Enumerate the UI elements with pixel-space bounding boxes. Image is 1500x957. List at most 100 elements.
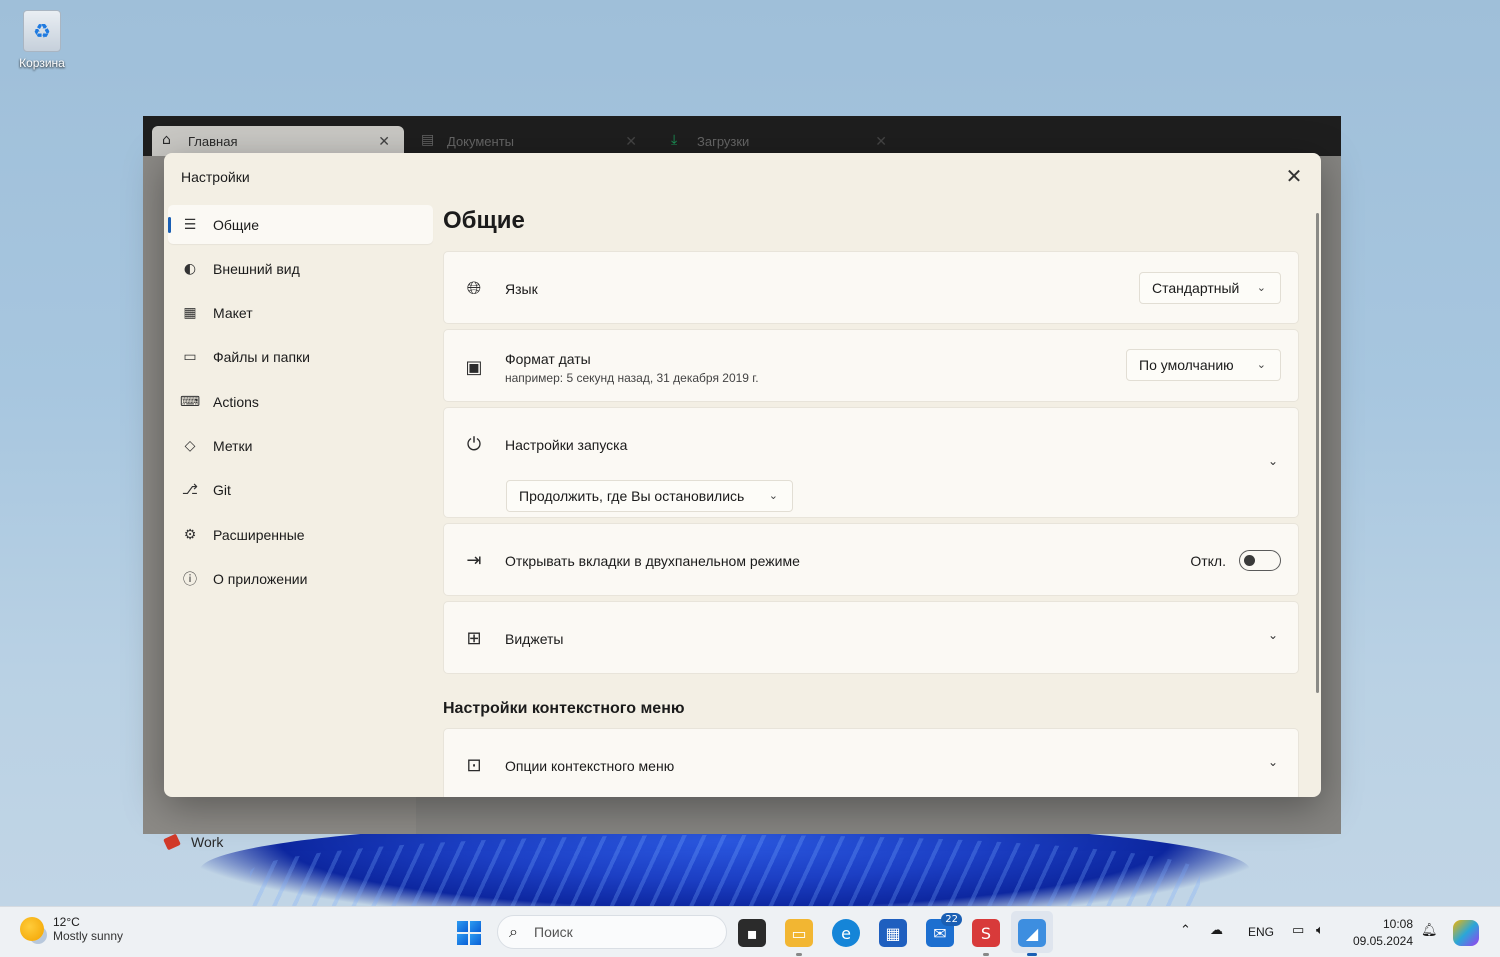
- git-icon: ⎇: [181, 482, 199, 499]
- taskbar-search[interactable]: ⌕ Поиск: [497, 915, 727, 949]
- date-format-value: По умолчанию: [1139, 357, 1234, 373]
- settings-nav: ☰ Общие ◐ Внешний вид ▦ Макет ▭ Файлы и …: [168, 205, 433, 604]
- nav-item-general[interactable]: ☰ Общие: [168, 205, 433, 244]
- recycle-bin-label: Корзина: [19, 56, 65, 70]
- dual-pane-toggle[interactable]: [1239, 550, 1281, 571]
- nav-item-about[interactable]: ⓘ О приложении: [168, 559, 433, 598]
- nav-item-label: Внешний вид: [213, 260, 300, 277]
- setting-date-format: ▣ Формат даты например: 5 секунд назад, …: [443, 329, 1299, 402]
- startup-dropdown[interactable]: Продолжить, где Вы остановились ⌄: [506, 480, 793, 512]
- tab-downloads-label: Загрузки: [697, 134, 750, 149]
- wallpaper-bloom-petals: [250, 835, 1200, 910]
- palette-icon: ◐: [183, 260, 197, 277]
- folder-icon: ▭: [183, 349, 197, 366]
- power-icon: ⏻: [466, 433, 482, 455]
- chevron-down-icon[interactable]: ⌄: [1268, 755, 1278, 769]
- dual-pane-state: Откл.: [1190, 553, 1226, 569]
- nav-item-advanced[interactable]: ⚙ Расширенные: [168, 515, 433, 554]
- nav-item-files-folders[interactable]: ▭ Файлы и папки: [168, 338, 433, 377]
- setting-context-options[interactable]: ⊡ Опции контекстного меню ⌄: [443, 728, 1299, 797]
- copilot-icon[interactable]: [1453, 920, 1479, 946]
- download-icon: ⤓: [671, 132, 678, 148]
- nav-item-label: Расширенные: [213, 526, 305, 543]
- mail-icon[interactable]: ✉ 22: [926, 913, 962, 947]
- clock-time: 10:08: [1382, 917, 1413, 931]
- nav-item-actions[interactable]: ⌨ Actions: [168, 382, 433, 421]
- recycle-bin-icon: [23, 10, 61, 52]
- context-menu-icon: ⊡: [466, 754, 482, 776]
- sidebar-tag-work[interactable]: Work: [165, 834, 223, 850]
- files-app-icon[interactable]: ◢: [1018, 919, 1046, 947]
- close-icon[interactable]: ✕: [1281, 165, 1307, 189]
- sun-icon: [20, 917, 44, 941]
- setting-widgets[interactable]: ⊞ Виджеты ⌄: [443, 601, 1299, 674]
- tab-home-label: Главная: [188, 134, 238, 149]
- startup-value: Продолжить, где Вы остановились: [519, 488, 745, 504]
- cloud-icon[interactable]: ☁: [1210, 923, 1223, 938]
- setting-dual-pane: ⇥ Открывать вкладки в двухпанельном режи…: [443, 523, 1299, 596]
- grid-icon: ▦: [183, 305, 197, 322]
- tag-icon: ◇: [184, 437, 196, 454]
- dual-pane-icon: ⇥: [466, 549, 482, 571]
- chevron-down-icon[interactable]: ⌄: [1268, 628, 1278, 642]
- tab-documents-label: Документы: [447, 134, 515, 149]
- chevron-down-icon[interactable]: ⌄: [1268, 454, 1278, 468]
- nav-item-label: Файлы и папки: [213, 349, 310, 366]
- nav-item-git[interactable]: ⎇ Git: [168, 471, 433, 510]
- chevron-down-icon: ⌄: [1256, 281, 1266, 294]
- nav-item-label: Git: [213, 482, 231, 499]
- app-titlebar: ⌂ Главная ✕ ▤ Документы ✕ ⤓ Загрузки ✕: [143, 116, 1341, 156]
- network-icon[interactable]: ▭: [1292, 923, 1304, 938]
- info-icon: ⓘ: [183, 571, 197, 588]
- settings-content: Общие 🌐︎ Язык Стандартный ⌄ ▣ Формат дат…: [443, 205, 1299, 797]
- close-tab-icon[interactable]: ✕: [625, 133, 637, 150]
- language-label: Язык: [505, 281, 538, 297]
- language-icon: 🌐︎: [466, 277, 482, 299]
- setting-startup[interactable]: ⏻ Настройки запуска ⌄ Продолжить, где Вы…: [443, 407, 1299, 518]
- tab-home[interactable]: ⌂ Главная ✕: [152, 126, 404, 156]
- close-tab-icon[interactable]: ✕: [875, 133, 887, 150]
- running-indicator: [983, 953, 989, 956]
- edge-browser-icon[interactable]: e: [832, 919, 860, 947]
- chevron-down-icon: ⌄: [1256, 358, 1266, 371]
- weather-widget[interactable]: 12°C Mostly sunny: [20, 915, 123, 943]
- snip-app-icon[interactable]: S: [972, 919, 1000, 947]
- gears-icon: ⚙: [183, 526, 197, 543]
- language-value: Стандартный: [1152, 280, 1240, 296]
- widgets-icon: ⊞: [466, 627, 482, 649]
- windows-start-icon[interactable]: [457, 921, 481, 945]
- page-title: Общие: [443, 207, 525, 234]
- home-icon: ⌂: [162, 132, 171, 148]
- nav-item-layout[interactable]: ▦ Макет: [168, 294, 433, 333]
- tab-documents[interactable]: ▤ Документы ✕: [411, 126, 651, 156]
- system-clock[interactable]: 10:08 09.05.2024: [1353, 916, 1413, 950]
- setting-language: 🌐︎ Язык Стандартный ⌄: [443, 251, 1299, 324]
- input-language[interactable]: ENG: [1248, 925, 1274, 939]
- context-options-label: Опции контекстного меню: [505, 758, 675, 774]
- nav-item-label: Макет: [213, 305, 253, 322]
- mail-badge: 22: [941, 913, 962, 926]
- calendar-clock-icon: ▣: [465, 356, 483, 378]
- widgets-label: Виджеты: [505, 631, 564, 647]
- nav-item-appearance[interactable]: ◐ Внешний вид: [168, 249, 433, 288]
- content-scrollbar[interactable]: [1316, 213, 1319, 693]
- keyboard-icon: ⌨: [179, 393, 201, 410]
- active-indicator: [1027, 953, 1037, 956]
- nav-item-tags[interactable]: ◇ Метки: [168, 426, 433, 465]
- volume-icon[interactable]: 🔈︎: [1316, 923, 1324, 938]
- notification-bell-icon[interactable]: 🔔︎: [1421, 923, 1438, 938]
- running-indicator: [796, 953, 802, 956]
- document-icon: ▤: [421, 132, 435, 148]
- search-placeholder: Поиск: [534, 924, 573, 940]
- close-tab-icon[interactable]: ✕: [378, 133, 390, 150]
- language-dropdown[interactable]: Стандартный ⌄: [1139, 272, 1281, 304]
- file-explorer-icon[interactable]: ▭: [785, 919, 813, 947]
- tab-downloads[interactable]: ⤓ Загрузки ✕: [661, 126, 901, 156]
- store-icon[interactable]: ▦: [879, 919, 907, 947]
- recycle-bin-shortcut[interactable]: Корзина: [12, 10, 72, 70]
- chevron-up-icon[interactable]: ⌃: [1180, 923, 1191, 938]
- date-format-dropdown[interactable]: По умолчанию ⌄: [1126, 349, 1281, 381]
- startup-label: Настройки запуска: [505, 437, 628, 453]
- context-menu-section-title: Настройки контекстного меню: [443, 700, 685, 717]
- task-view-icon[interactable]: ▪: [738, 919, 766, 947]
